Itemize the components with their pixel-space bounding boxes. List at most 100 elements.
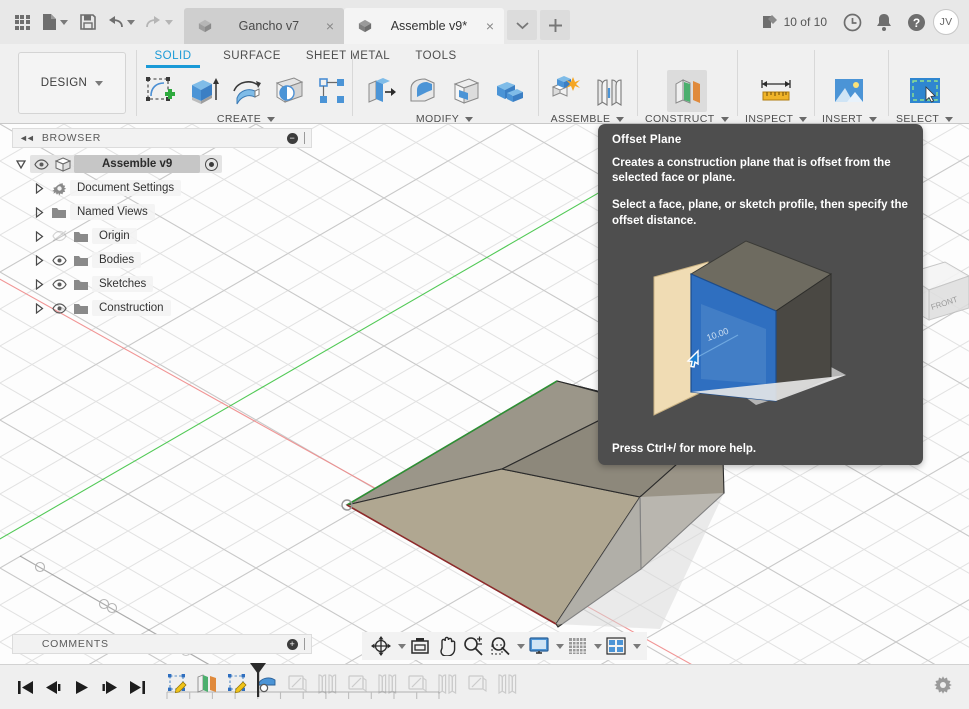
chevron-down-icon[interactable]	[517, 643, 525, 649]
new-component-icon[interactable]	[546, 70, 586, 112]
measure-icon[interactable]	[756, 70, 796, 112]
sphere-icon[interactable]	[269, 70, 309, 112]
tree-item-bodies[interactable]: Bodies	[12, 248, 312, 272]
tab-dropdown-button[interactable]	[507, 10, 537, 40]
tree-item-origin[interactable]: Origin	[12, 224, 312, 248]
tree-item-label: Sketches	[92, 276, 154, 292]
close-icon[interactable]: ×	[486, 19, 494, 33]
skip-to-start-icon[interactable]	[12, 673, 38, 701]
workspace-selector[interactable]: DESIGN	[18, 52, 126, 114]
step-back-icon[interactable]	[40, 673, 66, 701]
play-icon[interactable]	[68, 673, 94, 701]
viewports-icon[interactable]	[603, 634, 629, 658]
tree-root-assemble[interactable]: Assemble v9	[12, 152, 312, 176]
tree-root-label: Assemble v9	[74, 155, 201, 173]
timeline-feature-joint[interactable]	[312, 669, 342, 697]
zoom-icon[interactable]	[460, 634, 486, 658]
document-tab-assemble[interactable]: Assemble v9* ×	[344, 8, 504, 44]
visibility-eye-icon[interactable]	[48, 302, 70, 314]
timeline-playhead[interactable]	[248, 661, 268, 697]
timeline-feature-sketch[interactable]	[282, 669, 312, 697]
pan-icon[interactable]	[434, 634, 459, 658]
skip-to-end-icon[interactable]	[124, 673, 150, 701]
expand-arrow-icon[interactable]	[30, 182, 48, 194]
ribbon-group-modify-label[interactable]: MODIFY	[416, 113, 474, 125]
insert-image-icon[interactable]	[829, 70, 869, 112]
question-mark-icon: ?	[907, 13, 925, 31]
step-forward-icon[interactable]	[96, 673, 122, 701]
tab-tools[interactable]: TOOLS	[400, 46, 472, 67]
chevron-down-icon[interactable]	[398, 643, 406, 649]
timeline-feature-sketch[interactable]	[402, 669, 432, 697]
document-tab-gancho[interactable]: Gancho v7 ×	[184, 8, 344, 44]
add-tab-button[interactable]	[540, 10, 570, 40]
expand-arrow-icon[interactable]	[30, 230, 48, 242]
timeline-feature-joint[interactable]	[432, 669, 462, 697]
visibility-eye-icon[interactable]	[48, 278, 70, 290]
tree-item-label: Document Settings	[70, 180, 182, 196]
chevron-down-icon	[515, 21, 529, 29]
tab-sheet-metal[interactable]: SHEET METAL	[296, 46, 400, 67]
apps-grid-icon[interactable]	[8, 2, 36, 42]
visibility-eye-icon[interactable]	[48, 254, 70, 266]
timeline-settings-button[interactable]	[933, 675, 969, 700]
help-button[interactable]: ?	[901, 7, 931, 37]
pattern-icon[interactable]	[312, 70, 352, 112]
tree-item-sketches[interactable]: Sketches	[12, 272, 312, 296]
select-window-icon[interactable]	[905, 70, 945, 112]
tab-solid[interactable]: SOLID	[138, 46, 208, 68]
timeline-feature-joint[interactable]	[492, 669, 522, 697]
redo-icon[interactable]	[140, 2, 178, 42]
chevron-down-icon[interactable]	[633, 643, 641, 649]
expand-arrow-icon[interactable]	[30, 206, 48, 218]
extrude-icon[interactable]	[183, 70, 223, 112]
radio-active-icon[interactable]	[205, 157, 219, 171]
browser-header[interactable]: ◄◄ BROWSER −	[12, 128, 312, 148]
close-icon[interactable]: ×	[326, 19, 334, 33]
panel-gripper[interactable]	[304, 638, 305, 650]
chevron-down-icon[interactable]	[594, 643, 602, 649]
tab-surface[interactable]: SURFACE	[208, 46, 296, 67]
combine-icon[interactable]	[489, 70, 529, 112]
orbit-icon[interactable]	[368, 634, 394, 658]
recent-activity-button[interactable]	[837, 7, 867, 37]
save-icon[interactable]	[74, 2, 102, 42]
timeline-feature-plane[interactable]	[192, 669, 222, 697]
notifications-button[interactable]	[869, 7, 899, 37]
timeline-feature-sketch[interactable]	[462, 669, 492, 697]
tree-item-named-views[interactable]: Named Views	[12, 200, 312, 224]
zoom-window-icon[interactable]	[487, 634, 513, 658]
tree-item-document-settings[interactable]: Document Settings	[12, 176, 312, 200]
jobs-status[interactable]: 10 of 10	[758, 14, 835, 30]
timeline-feature-joint[interactable]	[372, 669, 402, 697]
visibility-eye-icon[interactable]	[30, 158, 52, 170]
shell-icon[interactable]	[446, 70, 486, 112]
timeline-feature-sketch[interactable]	[162, 669, 192, 697]
comments-header[interactable]: ◄◄ COMMENTS +	[12, 634, 312, 654]
expand-arrow-icon[interactable]	[30, 254, 48, 266]
joint-icon[interactable]	[589, 70, 629, 112]
offset-plane-icon[interactable]	[666, 70, 707, 112]
grid-snaps-icon[interactable]	[565, 634, 590, 658]
avatar[interactable]: JV	[933, 9, 959, 35]
collapse-left-icon[interactable]: ◄◄	[19, 133, 35, 143]
revolve-icon[interactable]	[226, 70, 266, 112]
tree-item-construction[interactable]: Construction	[12, 296, 312, 320]
display-settings-icon[interactable]	[526, 634, 552, 658]
chevron-down-icon[interactable]	[556, 643, 564, 649]
new-file-icon[interactable]	[36, 2, 74, 42]
expand-arrow-icon[interactable]	[12, 159, 30, 170]
panel-options-icon[interactable]: −	[287, 132, 298, 144]
expand-arrow-icon[interactable]	[30, 302, 48, 314]
create-sketch-icon[interactable]	[140, 70, 180, 112]
add-comment-icon[interactable]: +	[287, 638, 298, 650]
visibility-eye-off-icon[interactable]	[48, 230, 70, 242]
panel-gripper[interactable]	[304, 132, 305, 144]
press-pull-icon[interactable]	[360, 70, 400, 112]
fillet-icon[interactable]	[403, 70, 443, 112]
expand-arrow-icon[interactable]	[30, 278, 48, 290]
timeline-feature-sketch[interactable]	[342, 669, 372, 697]
undo-icon[interactable]	[102, 2, 140, 42]
ribbon-group-create-label[interactable]: CREATE	[217, 113, 276, 125]
look-at-icon[interactable]	[407, 634, 433, 658]
